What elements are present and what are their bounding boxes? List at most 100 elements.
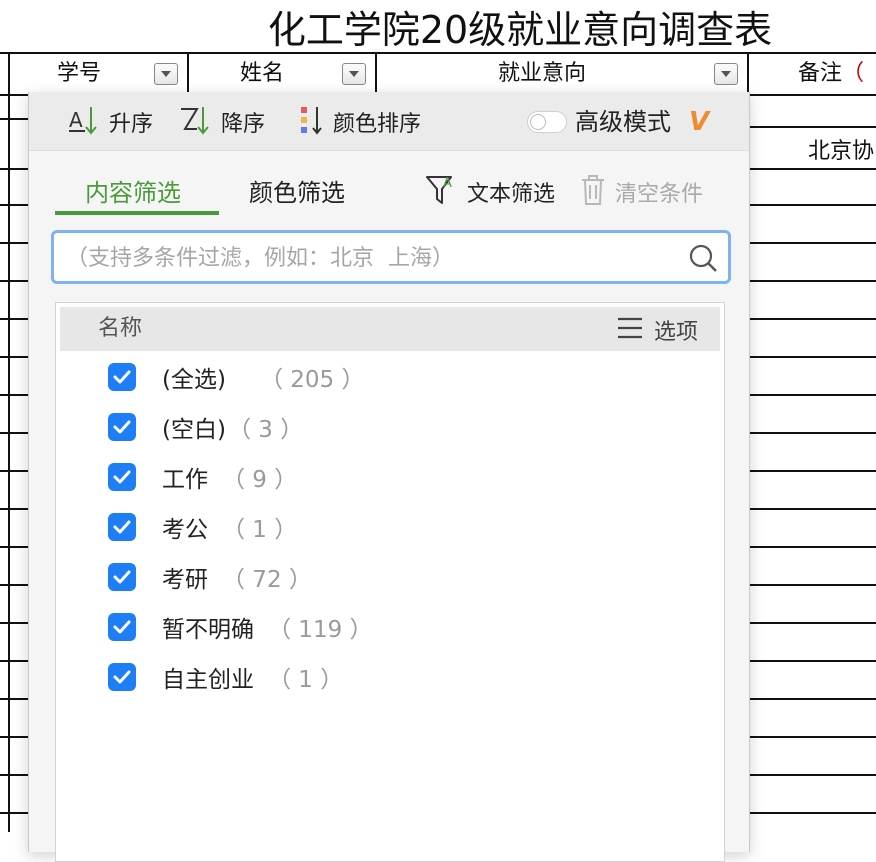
search-icon[interactable] [688, 243, 718, 277]
header-label-name: 姓名 [239, 61, 284, 86]
remark-cell[interactable]: 北京协 [808, 136, 874, 168]
row-divider [0, 546, 28, 548]
row-divider [0, 622, 28, 624]
active-tab-underline [55, 211, 219, 215]
list-item-name: 考公 [162, 517, 208, 543]
list-item-name: 考研 [162, 567, 208, 593]
clear-conditions-button[interactable]: 清空条件 [579, 170, 703, 214]
svg-text:A: A [69, 108, 83, 132]
color-sort-icon [297, 103, 327, 141]
clear-conditions-label: 清空条件 [615, 182, 704, 207]
list-item-count: （ 72 ） [222, 567, 312, 593]
list-item[interactable]: 自主创业 （ 1 ） [108, 657, 343, 697]
sheet-rows-left [0, 92, 28, 832]
row-divider [748, 126, 876, 128]
sort-descending-button[interactable]: 降序 [179, 102, 265, 142]
svg-text:A: A [443, 176, 452, 191]
checkbox[interactable] [108, 513, 136, 541]
list-header-name: 名称 [98, 316, 143, 341]
column-divider [8, 52, 10, 94]
list-item-name: (全选) [162, 367, 226, 393]
list-item[interactable]: (空白) （ 3 ） [108, 407, 303, 447]
filter-search-input[interactable] [64, 233, 668, 283]
sort-ascending-label: 升序 [109, 112, 154, 137]
header-cell-student-id: 学号 [10, 54, 188, 94]
list-item-name: 自主创业 [162, 667, 254, 693]
row-divider [748, 432, 876, 434]
row-divider [748, 622, 876, 624]
row-divider [748, 242, 876, 244]
sheet-title: 化工学院20级就业意向调查表 [267, 8, 773, 52]
row-divider [748, 698, 876, 700]
tab-content-filter[interactable]: 内容筛选 [85, 170, 181, 216]
row-divider [0, 470, 28, 472]
row-divider [0, 774, 28, 776]
list-item[interactable]: 暂不明确 （ 119 ） [108, 607, 373, 647]
value-list-header: 名称 选项 [60, 307, 720, 351]
row-divider [0, 280, 28, 282]
row-divider [748, 394, 876, 396]
options-button[interactable]: 选项 [616, 313, 698, 347]
check-icon [113, 470, 131, 484]
checkbox[interactable] [108, 563, 136, 591]
list-item-name: 暂不明确 [162, 617, 254, 643]
filter-dropdown-employment-intention[interactable] [714, 63, 738, 85]
check-icon [113, 420, 131, 434]
sheet-rows-right [748, 92, 876, 832]
row-divider [0, 242, 28, 244]
row-divider [0, 698, 28, 700]
vip-badge-icon: V [689, 107, 710, 137]
tab-color-filter[interactable]: 颜色筛选 [249, 170, 345, 216]
row-divider [748, 168, 876, 170]
text-filter-button[interactable]: A 文本筛选 [425, 170, 555, 214]
header-cell-remark: 备注（ [748, 54, 876, 94]
list-item-count: （ 1 ） [268, 667, 344, 693]
header-cell-employment-intention: 就业意向 [376, 54, 748, 94]
check-icon [113, 370, 131, 384]
checkbox[interactable] [108, 663, 136, 691]
row-divider [748, 584, 876, 586]
header-label-employment-intention: 就业意向 [497, 61, 586, 86]
list-item[interactable]: 工作 （ 9 ） [108, 457, 297, 497]
advanced-mode-toggle[interactable] [527, 111, 567, 133]
row-divider [748, 508, 876, 510]
options-label: 选项 [653, 320, 698, 345]
row-divider [748, 470, 876, 472]
filter-dropdown-student-id[interactable] [154, 63, 178, 85]
sort-ascending-button[interactable]: A 升序 [67, 102, 153, 142]
row-divider [0, 584, 28, 586]
row-divider [748, 280, 876, 282]
list-item[interactable]: 考研 （ 72 ） [108, 557, 312, 597]
row-divider [0, 356, 28, 358]
row-divider [0, 432, 28, 434]
list-item-count: （ 1 ） [222, 517, 298, 543]
checkbox[interactable] [108, 613, 136, 641]
row-divider [748, 736, 876, 738]
list-item-count: （ 119 ） [268, 617, 373, 643]
list-item[interactable]: 考公 （ 1 ） [108, 507, 297, 547]
value-list: 名称 选项 (全选) （ 205 ） (空白) （ 3 ） 工作 （ 9 ） 考… [55, 302, 725, 862]
color-sort-label: 颜色排序 [333, 112, 422, 137]
row-divider [748, 660, 876, 662]
color-sort-button[interactable]: 颜色排序 [297, 102, 421, 142]
sort-ascending-icon: A [67, 103, 103, 141]
filter-dropdown-name[interactable] [342, 63, 366, 85]
row-divider [0, 394, 28, 396]
list-item[interactable]: (全选) （ 205 ） [108, 357, 364, 397]
row-divider [0, 168, 28, 170]
row-divider [0, 660, 28, 662]
filter-popup: A 升序 降序 颜色排序 高级模式 V 内容筛选 颜色筛选 A 文本筛选 清空条… [28, 92, 750, 862]
row-divider [0, 118, 28, 120]
column-divider [747, 52, 749, 94]
menu-icon [616, 315, 644, 345]
row-divider [748, 356, 876, 358]
text-filter-label: 文本筛选 [467, 182, 556, 207]
checkbox[interactable] [108, 363, 136, 391]
checkbox[interactable] [108, 413, 136, 441]
row-divider [0, 508, 28, 510]
funnel-icon: A [425, 171, 459, 213]
checkbox[interactable] [108, 463, 136, 491]
row-divider [0, 204, 28, 206]
trash-icon [579, 172, 607, 212]
header-label-student-id: 学号 [56, 61, 101, 86]
